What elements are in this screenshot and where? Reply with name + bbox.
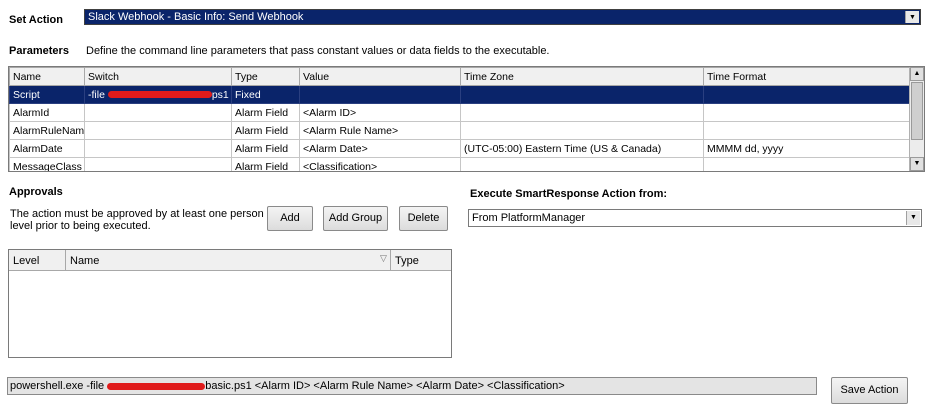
save-action-button[interactable]: Save Action xyxy=(831,377,908,404)
scroll-down-icon[interactable]: ▼ xyxy=(910,157,924,171)
cell-name: AlarmDate xyxy=(9,139,85,158)
table-row[interactable]: Script -file ps1 Fixed xyxy=(9,85,911,104)
col-switch[interactable]: Switch xyxy=(84,67,232,86)
cell-time-format[interactable] xyxy=(703,121,911,140)
cell-switch[interactable] xyxy=(84,157,232,171)
command-line-field[interactable]: powershell.exe -file basic.ps1 <Alarm ID… xyxy=(7,377,817,395)
approvals-header-row: Level Name ▽ Type xyxy=(9,250,451,271)
cell-time-zone[interactable] xyxy=(460,121,704,140)
set-action-label: Set Action xyxy=(9,14,63,26)
col-time-zone[interactable]: Time Zone xyxy=(460,67,704,86)
col-name[interactable]: Name xyxy=(9,67,85,86)
delete-button[interactable]: Delete xyxy=(399,206,448,231)
sort-icon[interactable]: ▽ xyxy=(380,253,387,264)
cell-type: Alarm Field xyxy=(231,139,300,158)
set-action-value: Slack Webhook - Basic Info: Send Webhook xyxy=(88,11,304,23)
approvals-grid[interactable]: Level Name ▽ Type xyxy=(8,249,452,358)
column-divider xyxy=(390,250,391,270)
chevron-down-icon[interactable]: ▼ xyxy=(906,211,920,225)
cell-type: Fixed xyxy=(231,85,300,104)
cell-type: Alarm Field xyxy=(231,121,300,140)
cell-time-zone[interactable] xyxy=(460,157,704,171)
approvals-label: Approvals xyxy=(9,186,63,198)
cell-value[interactable]: <Alarm Rule Name> xyxy=(299,121,461,140)
cell-time-zone[interactable]: (UTC-05:00) Eastern Time (US & Canada) xyxy=(460,139,704,158)
col-time-format[interactable]: Time Format xyxy=(703,67,911,86)
cell-type: Alarm Field xyxy=(231,103,300,122)
cell-switch[interactable] xyxy=(84,121,232,140)
command-line-text: powershell.exe -file basic.ps1 <Alarm ID… xyxy=(10,380,565,392)
command-suffix: basic.ps1 <Alarm ID> <Alarm Rule Name> <… xyxy=(205,380,565,392)
cell-value[interactable]: <Classification> xyxy=(299,157,461,171)
scroll-up-icon[interactable]: ▲ xyxy=(910,67,924,81)
table-row[interactable]: AlarmId Alarm Field <Alarm ID> xyxy=(9,103,911,122)
redaction-mark xyxy=(107,91,212,99)
cell-time-zone[interactable] xyxy=(460,103,704,122)
parameters-header-row: Name Switch Type Value Time Zone Time Fo… xyxy=(9,67,911,86)
execute-value: From PlatformManager xyxy=(472,212,586,224)
table-row[interactable]: AlarmRuleName Alarm Field <Alarm Rule Na… xyxy=(9,121,911,140)
cell-switch[interactable] xyxy=(84,103,232,122)
add-group-button[interactable]: Add Group xyxy=(323,206,388,231)
switch-prefix: -file xyxy=(88,88,105,101)
chevron-down-icon[interactable]: ▼ xyxy=(905,11,919,23)
cell-value[interactable]: <Alarm ID> xyxy=(299,103,461,122)
approvals-description-line2: level prior to being executed. xyxy=(10,220,151,232)
cell-time-format[interactable]: MMMM dd, yyyy xyxy=(703,139,911,158)
cell-value[interactable] xyxy=(299,85,461,104)
cell-time-format[interactable] xyxy=(703,85,911,104)
col-type[interactable]: Type xyxy=(231,67,300,86)
cell-name: Script xyxy=(9,85,85,104)
cell-switch[interactable]: -file ps1 xyxy=(84,85,232,104)
cell-time-format[interactable] xyxy=(703,157,911,171)
col-level[interactable]: Level xyxy=(13,255,39,267)
cell-switch[interactable] xyxy=(84,139,232,158)
cell-time-zone[interactable] xyxy=(460,85,704,104)
execute-label: Execute SmartResponse Action from: xyxy=(470,188,668,200)
parameters-grid[interactable]: Name Switch Type Value Time Zone Time Fo… xyxy=(8,66,925,172)
cell-name: AlarmRuleName xyxy=(9,121,85,140)
cell-type: Alarm Field xyxy=(231,157,300,171)
approvals-description-line1: The action must be approved by at least … xyxy=(10,208,303,220)
redaction-mark xyxy=(107,382,206,390)
scroll-thumb[interactable] xyxy=(911,82,923,140)
col-name[interactable]: Name xyxy=(70,255,99,267)
switch-suffix: ps1 xyxy=(211,88,229,101)
table-row[interactable]: MessageClass Alarm Field <Classification… xyxy=(9,157,911,171)
table-row[interactable]: AlarmDate Alarm Field <Alarm Date> (UTC-… xyxy=(9,139,911,158)
col-type[interactable]: Type xyxy=(395,255,419,267)
cell-name: MessageClass xyxy=(9,157,85,171)
column-divider xyxy=(65,250,66,270)
cell-name: AlarmId xyxy=(9,103,85,122)
add-button[interactable]: Add xyxy=(267,206,313,231)
parameters-scrollbar[interactable]: ▲ ▼ xyxy=(909,67,924,171)
set-action-dropdown[interactable]: Slack Webhook - Basic Info: Send Webhook… xyxy=(84,9,921,25)
col-value[interactable]: Value xyxy=(299,67,461,86)
cell-value[interactable]: <Alarm Date> xyxy=(299,139,461,158)
cell-time-format[interactable] xyxy=(703,103,911,122)
command-prefix: powershell.exe -file xyxy=(10,380,105,392)
execute-dropdown[interactable]: From PlatformManager ▼ xyxy=(468,209,922,227)
parameters-description: Define the command line parameters that … xyxy=(86,45,550,57)
parameters-label: Parameters xyxy=(9,45,69,57)
